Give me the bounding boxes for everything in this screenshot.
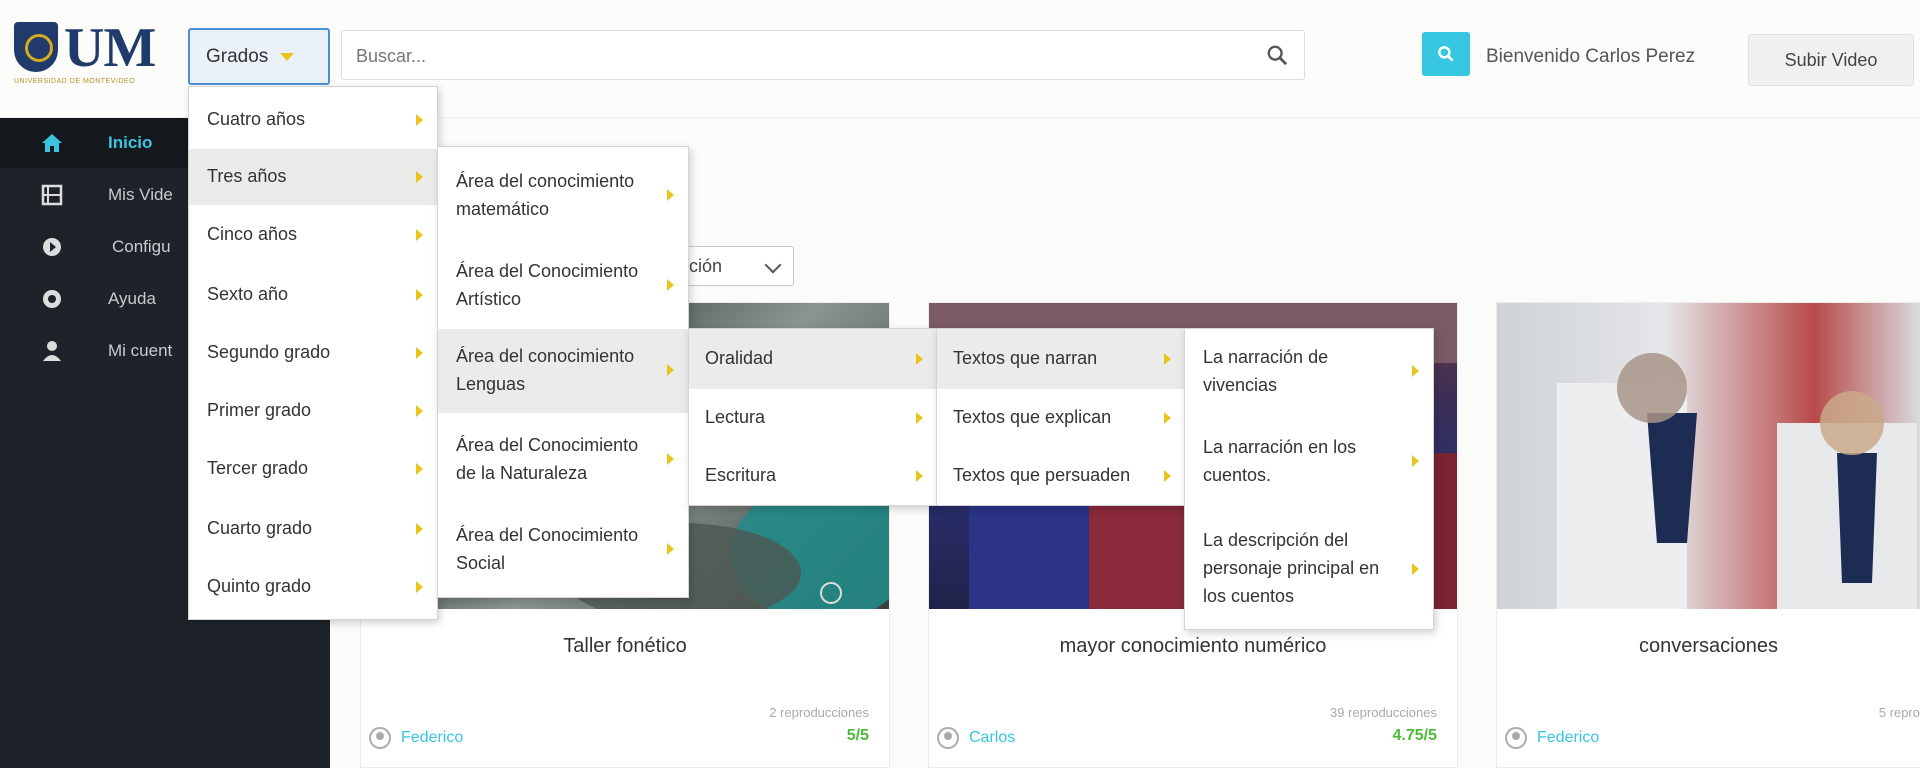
menu-item-grado[interactable]: Segundo grado xyxy=(189,325,437,381)
chevron-right-icon xyxy=(1164,353,1171,365)
video-title[interactable]: mayor conocimiento numérico xyxy=(929,635,1457,658)
menu-item-narran[interactable]: La descripción del personaje principal en… xyxy=(1185,519,1433,619)
rating: 4.75/5 xyxy=(1392,727,1437,744)
menu-item-area[interactable]: Área del conocimiento Lenguas xyxy=(438,329,688,413)
chevron-right-icon xyxy=(416,581,423,593)
menu-item-area[interactable]: Área del conocimiento matemático xyxy=(438,163,688,229)
video-title[interactable]: Taller fonético xyxy=(361,635,889,658)
help-icon xyxy=(43,290,61,308)
video-card[interactable]: conversaciones 5 repro Federico xyxy=(1496,302,1920,768)
area-menu: Área del conocimiento matemático Área del… xyxy=(437,146,689,598)
sidebar-item-label: Inicio xyxy=(108,133,153,152)
menu-item-grado[interactable]: Cuarto grado xyxy=(189,501,437,557)
chevron-right-icon xyxy=(416,405,423,417)
chevron-right-icon xyxy=(667,543,674,555)
shield-icon xyxy=(14,22,58,72)
author-link[interactable]: Federico xyxy=(1505,727,1599,749)
menu-item-oralidad[interactable]: Textos que persuaden xyxy=(937,447,1185,505)
chevron-right-icon xyxy=(916,353,923,365)
menu-item-area[interactable]: Área del Conocimiento Social xyxy=(438,517,688,583)
menu-item-grado[interactable]: Sexto año xyxy=(189,267,437,323)
grados-dropdown-button[interactable]: Grados xyxy=(188,28,330,85)
grados-label: Grados xyxy=(206,45,269,67)
chevron-right-icon xyxy=(416,523,423,535)
lenguas-menu: Oralidad Lectura Escritura xyxy=(688,328,938,506)
menu-item-grado[interactable]: Tres años xyxy=(189,149,437,205)
chevron-right-icon xyxy=(416,171,423,183)
menu-item-lenguas[interactable]: Escritura xyxy=(689,447,937,505)
chevron-right-icon xyxy=(1412,365,1419,377)
user-avatar-icon xyxy=(1505,727,1527,749)
menu-item-grado[interactable]: Tercer grado xyxy=(189,441,437,497)
grados-menu: Cuatro años Tres años Cinco años Sexto a… xyxy=(188,86,438,620)
chevron-right-icon xyxy=(916,412,923,424)
logo-subtitle: UNIVERSIDAD DE MONTEVIDEO xyxy=(14,78,136,85)
menu-item-area[interactable]: Área del Conocimiento de la Naturaleza xyxy=(438,427,688,493)
view-count: 2 reproducciones xyxy=(769,705,869,720)
chevron-right-icon xyxy=(416,114,423,126)
menu-item-grado[interactable]: Cinco años xyxy=(189,207,437,263)
author-name: Federico xyxy=(1537,729,1600,746)
menu-item-grado[interactable]: Cuatro años xyxy=(189,95,437,145)
chevron-right-icon xyxy=(1164,470,1171,482)
video-thumbnail[interactable] xyxy=(1497,303,1920,609)
search-box xyxy=(341,30,1305,80)
chevron-right-icon xyxy=(667,279,674,291)
search-icon xyxy=(1438,46,1454,62)
menu-item-grado[interactable]: Quinto grado xyxy=(189,559,437,615)
narran-menu: La narración de vivencias La narración en… xyxy=(1184,328,1434,630)
university-logo[interactable]: UM UNIVERSIDAD DE MONTEVIDEO xyxy=(12,17,177,90)
rating: 5/5 xyxy=(846,727,869,744)
user-icon xyxy=(43,341,61,361)
author-name: Federico xyxy=(401,729,464,746)
author-link[interactable]: Federico xyxy=(369,727,463,749)
oralidad-menu: Textos que narran Textos que explican Te… xyxy=(936,328,1186,506)
sidebar-item-label: Mis Vide xyxy=(108,185,173,204)
search-toggle-button[interactable] xyxy=(1422,32,1470,76)
menu-item-narran[interactable]: La narración en los cuentos. xyxy=(1185,429,1433,495)
video-title[interactable]: conversaciones xyxy=(1497,635,1920,658)
sidebar-item-label: Mi cuent xyxy=(108,341,173,360)
sort-label: ción xyxy=(689,255,723,276)
video-thumbnail-image xyxy=(1557,353,1917,609)
menu-item-narran[interactable]: La narración de vivencias xyxy=(1185,339,1433,405)
sidebar-item-label: Ayuda xyxy=(108,289,156,308)
caret-down-icon xyxy=(280,52,295,61)
gear-icon xyxy=(43,238,61,256)
film-icon xyxy=(41,184,63,206)
upload-video-button[interactable]: Subir Video xyxy=(1748,34,1914,86)
user-avatar-icon xyxy=(937,727,959,749)
author-name: Carlos xyxy=(969,729,1016,746)
search-icon[interactable] xyxy=(1266,44,1288,66)
view-count: 5 repro xyxy=(1878,705,1920,720)
menu-item-lenguas[interactable]: Lectura xyxy=(689,389,937,447)
menu-item-grado[interactable]: Primer grado xyxy=(189,383,437,439)
chevron-right-icon xyxy=(416,289,423,301)
chevron-right-icon xyxy=(1412,563,1419,575)
chevron-right-icon xyxy=(1164,412,1171,424)
chevron-right-icon xyxy=(667,453,674,465)
chevron-right-icon xyxy=(667,364,674,376)
chevron-right-icon xyxy=(416,229,423,241)
search-input[interactable] xyxy=(356,41,1256,71)
sidebar-item-label: Configu xyxy=(112,237,171,256)
chevron-right-icon xyxy=(1412,455,1419,467)
chevron-right-icon xyxy=(667,189,674,201)
menu-item-oralidad[interactable]: Textos que narran xyxy=(937,329,1185,389)
welcome-text: Bienvenido Carlos Perez xyxy=(1486,46,1696,67)
menu-item-lenguas[interactable]: Oralidad xyxy=(689,329,937,389)
user-avatar-icon xyxy=(369,727,391,749)
menu-item-oralidad[interactable]: Textos que explican xyxy=(937,389,1185,447)
chevron-right-icon xyxy=(416,463,423,475)
view-count: 39 reproducciones xyxy=(1330,705,1437,720)
home-icon xyxy=(42,134,62,152)
author-link[interactable]: Carlos xyxy=(937,727,1015,749)
logo-text: UM xyxy=(64,17,156,79)
chevron-down-icon xyxy=(764,256,782,274)
chevron-right-icon xyxy=(916,470,923,482)
menu-item-area[interactable]: Área del Conocimiento Artístico xyxy=(438,253,688,319)
chevron-right-icon xyxy=(416,347,423,359)
